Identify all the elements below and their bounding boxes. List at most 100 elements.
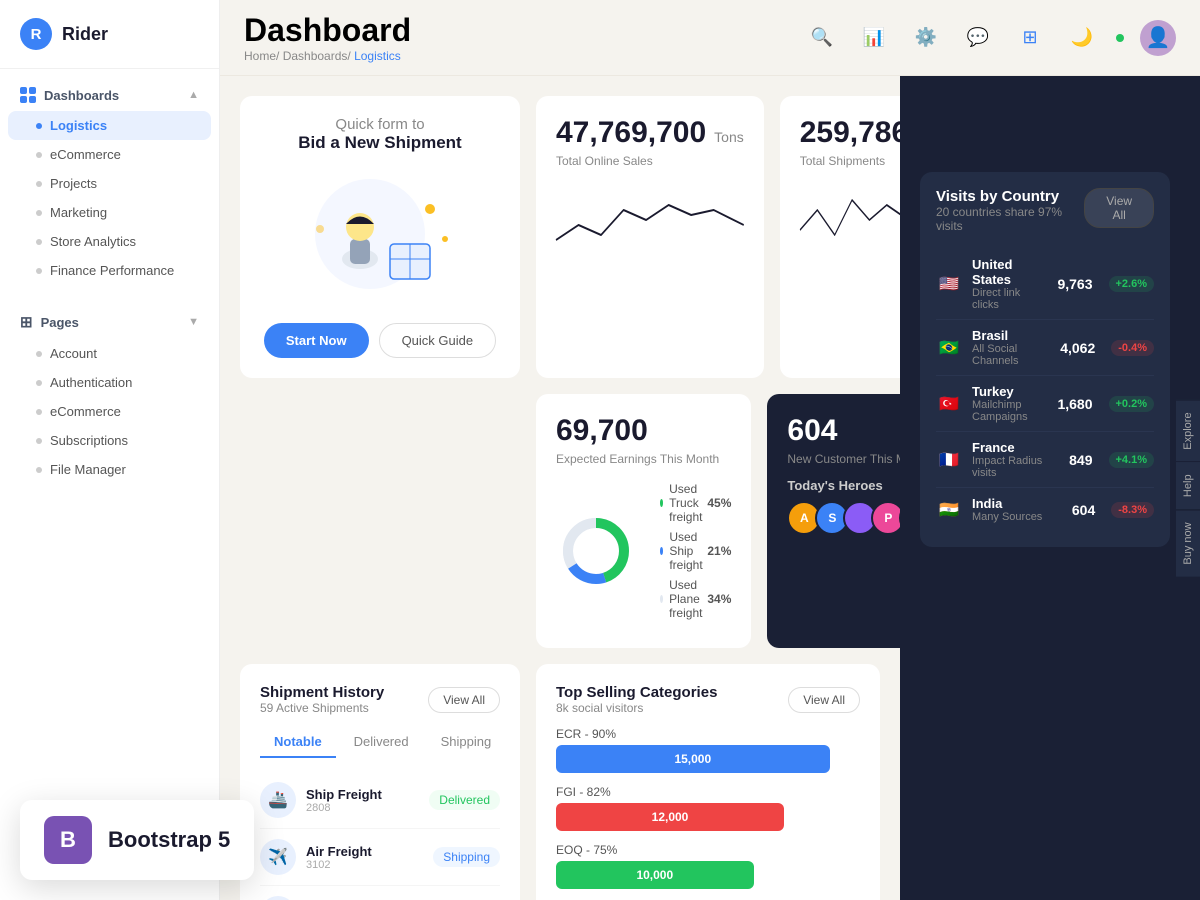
ship-info: Ship Freight 2808 bbox=[306, 787, 419, 814]
topbar-left: Dashboard Home/ Dashboards/ Logistics bbox=[244, 12, 411, 63]
pages-header[interactable]: ⊞ Pages ▼ bbox=[0, 305, 219, 339]
country-fr: 🇫🇷 France Impact Radius visits 849 +4.1% bbox=[936, 432, 1154, 488]
ship-icon: 🚢 bbox=[260, 782, 296, 818]
shipment-title: Shipment History bbox=[260, 684, 384, 701]
hero-title: Bid a New Shipment bbox=[298, 133, 461, 153]
status-dot bbox=[1116, 34, 1124, 42]
ship-status-1: Delivered bbox=[429, 790, 500, 810]
hero-card: Quick form to Bid a New Shipment bbox=[240, 96, 520, 378]
sidebar-item-subscriptions[interactable]: Subscriptions bbox=[0, 426, 219, 455]
bar-ecr-fill: 15,000 bbox=[556, 745, 830, 773]
br-info: Brasil All Social Channels bbox=[972, 328, 1050, 367]
bootstrap-text: Bootstrap 5 bbox=[108, 827, 230, 853]
shipment-row-3: 🏨 Pier Hotel 1240 Delivered bbox=[260, 886, 500, 900]
dashboards-icon bbox=[20, 87, 36, 103]
sidebar-item-finance[interactable]: Finance Performance bbox=[0, 256, 219, 285]
shipment-tabs: Notable Delivered Shipping bbox=[260, 727, 500, 758]
ship-legend: Used Ship freight 21% bbox=[660, 530, 731, 572]
heroes-label: Today's Heroes bbox=[787, 478, 900, 493]
categories-subtitle: 8k social visitors bbox=[556, 701, 717, 715]
sidebar-item-logistics[interactable]: Logistics bbox=[8, 111, 211, 140]
sidebar-item-account[interactable]: Account bbox=[0, 339, 219, 368]
shipments-value: 259,786 bbox=[800, 116, 900, 150]
dashboards-header[interactable]: Dashboards ▲ bbox=[0, 79, 219, 111]
breadcrumb: Home/ Dashboards/ Logistics bbox=[244, 49, 411, 63]
app-name: Rider bbox=[62, 24, 108, 45]
pages-section: ⊞ Pages ▼ Account Authentication eCommer… bbox=[0, 295, 219, 494]
logo-area[interactable]: R Rider bbox=[0, 0, 219, 69]
hero-subtitle: Quick form to bbox=[335, 116, 424, 133]
content-area: Quick form to Bid a New Shipment bbox=[220, 76, 1200, 900]
sidebar-item-ecommerce[interactable]: eCommerce bbox=[0, 140, 219, 169]
visits-card: Visits by Country 20 countries share 97%… bbox=[920, 172, 1170, 547]
sidebar-item-auth[interactable]: Authentication bbox=[0, 368, 219, 397]
shipments-chart bbox=[800, 180, 900, 358]
customers-label: New Customer This Month bbox=[787, 452, 900, 466]
grid-icon[interactable]: ⊞ bbox=[1012, 20, 1048, 56]
shipment-header: Shipment History 59 Active Shipments Vie… bbox=[260, 684, 500, 715]
sidebar-item-projects[interactable]: Projects bbox=[0, 169, 219, 198]
user-avatar[interactable]: 👤 bbox=[1140, 20, 1176, 56]
truck-legend: Used Truck freight 45% bbox=[660, 482, 731, 524]
country-in: 🇮🇳 India Many Sources 604 -8.3% bbox=[936, 488, 1154, 531]
tab-shipping[interactable]: Shipping bbox=[427, 727, 506, 758]
bar-fgi: FGI - 82% 12,000 bbox=[556, 785, 860, 831]
customers-card: 604 New Customer This Month Today's Hero… bbox=[767, 394, 900, 648]
fr-change: +4.1% bbox=[1109, 452, 1155, 468]
chart-icon[interactable]: 📊 bbox=[856, 20, 892, 56]
quick-guide-button[interactable]: Quick Guide bbox=[379, 323, 497, 358]
top-cards-row: Quick form to Bid a New Shipment bbox=[240, 96, 880, 378]
visits-view-all[interactable]: View All bbox=[1084, 188, 1154, 228]
earnings-card: 69,700 Expected Earnings This Month bbox=[536, 394, 751, 648]
pages-chevron: ▼ bbox=[188, 316, 199, 328]
total-sales-label: Total Online Sales bbox=[556, 154, 744, 168]
earnings-value: 69,700 bbox=[556, 414, 648, 447]
dot bbox=[36, 239, 42, 245]
settings-icon[interactable]: ⚙️ bbox=[908, 20, 944, 56]
theme-icon[interactable]: 🌙 bbox=[1064, 20, 1100, 56]
tab-delivered[interactable]: Delivered bbox=[340, 727, 423, 758]
dot bbox=[36, 210, 42, 216]
logo-icon: R bbox=[20, 18, 52, 50]
bootstrap-badge: B Bootstrap 5 bbox=[20, 800, 254, 880]
sidebar-item-store-analytics[interactable]: Store Analytics bbox=[0, 227, 219, 256]
pages-label: ⊞ Pages bbox=[20, 313, 79, 331]
total-sales-card: 47,769,700 Tons Total Online Sales bbox=[536, 96, 764, 378]
tr-flag: 🇹🇷 bbox=[936, 394, 962, 414]
sidebar-item-marketing[interactable]: Marketing bbox=[0, 198, 219, 227]
customers-value: 604 bbox=[787, 414, 837, 447]
tab-notable[interactable]: Notable bbox=[260, 727, 336, 758]
panel-content: Visits by Country 20 countries share 97%… bbox=[900, 76, 1200, 900]
heroes-section: Today's Heroes A S P +2 bbox=[787, 478, 900, 535]
bar-ecr: ECR - 90% 15,000 bbox=[556, 727, 860, 773]
freight-legend: Used Truck freight 45% Used Ship freight… bbox=[660, 482, 731, 620]
ship-dot bbox=[660, 547, 663, 555]
bar-eoq-fill: 10,000 bbox=[556, 861, 754, 889]
sidebar-item-ecommerce2[interactable]: eCommerce bbox=[0, 397, 219, 426]
shipment-subtitle: 59 Active Shipments bbox=[260, 701, 384, 715]
air-icon: ✈️ bbox=[260, 839, 296, 875]
truck-dot bbox=[660, 499, 663, 507]
search-icon[interactable]: 🔍 bbox=[804, 20, 840, 56]
hero-illustration bbox=[300, 169, 460, 299]
dashboards-label: Dashboards bbox=[20, 87, 119, 103]
dot bbox=[36, 152, 42, 158]
ship-info-2: Air Freight 3102 bbox=[306, 844, 423, 871]
tr-change: +0.2% bbox=[1109, 396, 1155, 412]
message-icon[interactable]: 💬 bbox=[960, 20, 996, 56]
categories-view-all[interactable]: View All bbox=[788, 687, 860, 713]
br-flag: 🇧🇷 bbox=[936, 338, 962, 358]
page-title: Dashboard bbox=[244, 12, 411, 49]
dot bbox=[36, 351, 42, 357]
total-shipments-card: 259,786 Total Shipments bbox=[780, 96, 900, 378]
start-now-button[interactable]: Start Now bbox=[264, 323, 369, 358]
fr-info: France Impact Radius visits bbox=[972, 440, 1059, 479]
active-dot bbox=[36, 123, 42, 129]
total-sales-value: 47,769,700 bbox=[556, 116, 706, 150]
dot bbox=[36, 409, 42, 415]
tr-info: Turkey Mailchimp Campaigns bbox=[972, 384, 1047, 423]
sidebar-item-file-manager[interactable]: File Manager bbox=[0, 455, 219, 484]
in-flag: 🇮🇳 bbox=[936, 500, 962, 520]
ship-status-2: Shipping bbox=[433, 847, 500, 867]
shipment-view-all[interactable]: View All bbox=[428, 687, 500, 713]
